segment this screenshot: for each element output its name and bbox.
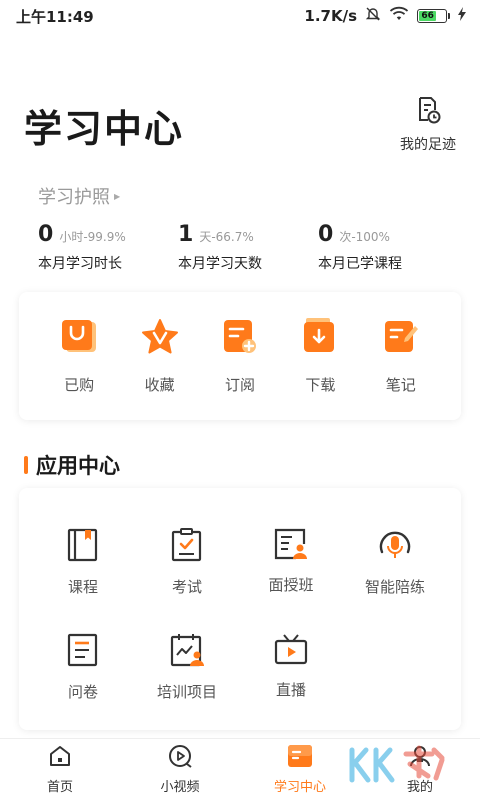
download-icon [301, 317, 339, 360]
wifi-icon [389, 6, 409, 26]
stat-study-hours: 0 小时-99.9% 本月学习时长 [38, 222, 178, 273]
mute-bell-icon [365, 6, 381, 26]
app-label: 考试 [171, 578, 202, 596]
nav-item-study-center[interactable]: 学习中心 [250, 744, 350, 795]
quick-label: 笔记 [385, 375, 416, 394]
passport-label: 学习护照 [38, 187, 110, 208]
stat-change: 小时-99.9% [59, 230, 126, 244]
app-item-questionnaire[interactable]: 问卷 [31, 633, 135, 702]
stat-study-days: 1 天-66.7% 本月学习天数 [178, 222, 318, 273]
status-bar: 上午11:49 1.7K/s 66 [0, 0, 480, 32]
page-title: 学习中心 [24, 107, 185, 151]
app-center-heading: 应用中心 [24, 450, 120, 480]
subscribe-icon [221, 318, 259, 360]
quick-label: 收藏 [144, 375, 175, 394]
monthly-stats: 0 小时-99.9% 本月学习时长 1 天-66.7% 本月学习天数 0 次-1… [38, 222, 458, 273]
stat-courses-studied: 0 次-100% 本月已学课程 [318, 222, 458, 273]
study-passport-link[interactable]: 学习护照 ▶ [38, 183, 120, 209]
nav-item-short-video[interactable]: 小视频 [130, 744, 230, 795]
app-label: 课程 [67, 578, 98, 596]
app-item-classroom[interactable]: 面授班 [239, 528, 343, 597]
quick-label: 订阅 [224, 375, 255, 394]
questionnaire-icon [67, 633, 99, 671]
quick-label: 已购 [64, 375, 95, 394]
charging-bolt-icon [458, 7, 466, 25]
section-accent-bar [24, 456, 28, 474]
shopping-bag-icon [60, 318, 98, 360]
stat-value: 1 [178, 222, 194, 247]
app-item-ai-practice[interactable]: 智能陪练 [343, 528, 447, 597]
app-item-course[interactable]: 课程 [31, 528, 135, 597]
app-center-card: 课程 考试 面授班 智能陪练 问卷 培训项目 直播 [19, 488, 461, 730]
quick-item-notes[interactable]: 笔记 [371, 318, 431, 395]
book-icon [67, 528, 99, 566]
status-icons: 1.7K/s 66 [304, 6, 466, 26]
footprint-button[interactable]: 我的足迹 [400, 96, 456, 154]
stat-value: 0 [318, 222, 334, 247]
app-item-exam[interactable]: 考试 [135, 528, 239, 597]
battery-level: 66 [419, 11, 437, 21]
app-label: 直播 [275, 681, 306, 699]
home-icon [48, 744, 72, 772]
star-icon [140, 318, 180, 360]
chevron-right-icon: ▶ [114, 191, 121, 201]
app-item-live[interactable]: 直播 [239, 633, 343, 702]
training-project-icon [170, 633, 204, 671]
stat-label: 本月已学课程 [318, 256, 402, 272]
app-grid: 课程 考试 面授班 智能陪练 问卷 培训项目 直播 [31, 528, 449, 702]
app-label: 智能陪练 [364, 578, 425, 596]
quick-item-purchased[interactable]: 已购 [49, 318, 109, 395]
quick-actions-card: 已购 收藏 订阅 下载 笔记 [19, 292, 461, 420]
nav-label: 小视频 [160, 780, 200, 795]
stat-value: 0 [38, 222, 54, 247]
section-title: 应用中心 [36, 454, 120, 478]
network-speed: 1.7K/s [304, 7, 357, 25]
app-label: 问卷 [67, 683, 98, 701]
watermark-logo [344, 740, 464, 798]
quick-label: 下载 [305, 375, 336, 394]
microphone-icon [378, 528, 412, 566]
exam-clipboard-icon [171, 528, 203, 566]
stat-change: 天-66.7% [199, 230, 254, 244]
app-label: 培训项目 [156, 683, 217, 701]
note-icon [382, 318, 420, 360]
status-time: 上午11:49 [16, 7, 94, 26]
quick-item-download[interactable]: 下载 [290, 317, 350, 395]
footprint-label: 我的足迹 [400, 137, 456, 153]
live-tv-icon [274, 633, 308, 669]
stat-change: 次-100% [339, 230, 390, 244]
classroom-icon [274, 528, 308, 564]
nav-label: 首页 [46, 780, 73, 795]
play-circle-icon [168, 744, 192, 772]
battery-icon: 66 [417, 9, 450, 23]
nav-label: 学习中心 [273, 780, 326, 795]
app-label: 面授班 [268, 576, 314, 594]
stat-label: 本月学习时长 [38, 256, 122, 272]
study-center-icon [287, 744, 313, 772]
app-item-training-project[interactable]: 培训项目 [135, 633, 239, 702]
nav-item-home[interactable]: 首页 [10, 744, 110, 795]
footprint-clock-icon [415, 96, 441, 128]
quick-item-subscribe[interactable]: 订阅 [210, 318, 270, 395]
quick-item-favorites[interactable]: 收藏 [130, 318, 190, 395]
stat-label: 本月学习天数 [178, 256, 262, 272]
